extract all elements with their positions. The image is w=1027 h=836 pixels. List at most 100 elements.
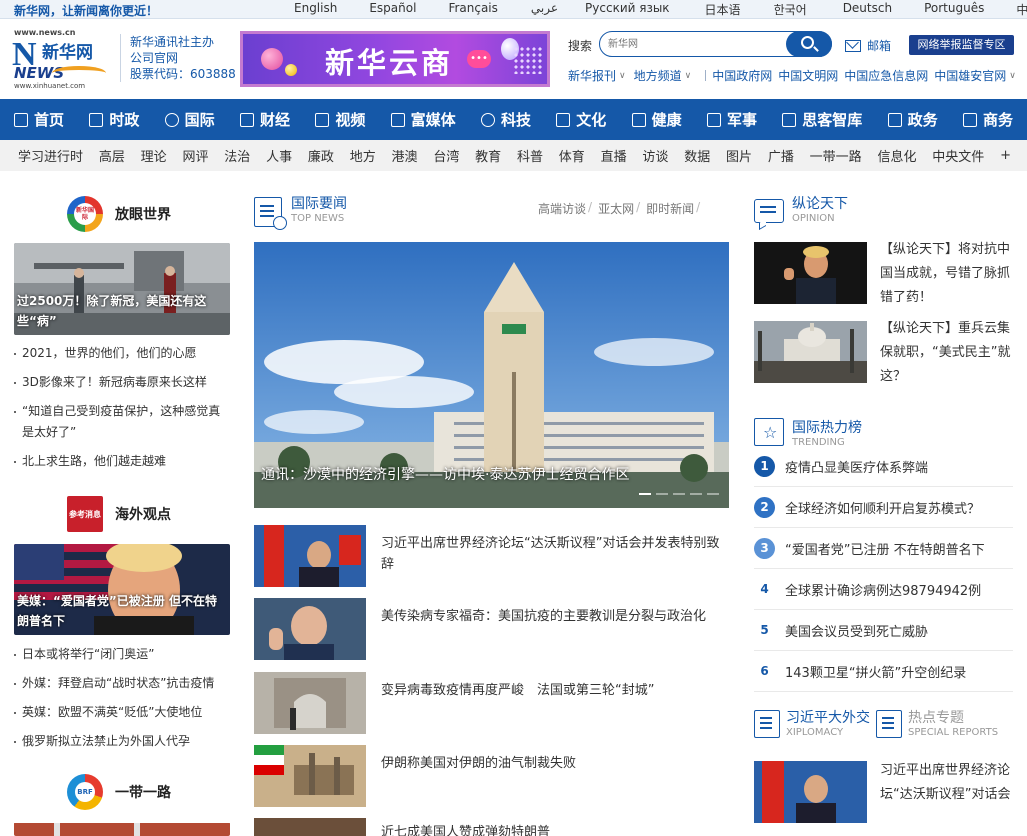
opinion-text[interactable]: 【纵论天下】将对抗中国当成就，号错了脉抓错了药！ — [880, 238, 1016, 310]
trending-item[interactable]: 1 疫情凸显美医疗体系弊端 — [754, 446, 1013, 487]
slide-indicator[interactable] — [707, 493, 719, 495]
nav-item[interactable]: 首页 — [14, 99, 64, 140]
slide-indicator[interactable] — [656, 493, 668, 495]
sub-nav-item[interactable]: 科普 — [517, 146, 543, 165]
header-link[interactable]: 中国应急信息网 — [844, 67, 928, 84]
mail-link[interactable]: 邮箱 — [845, 37, 891, 54]
opinion-item[interactable]: 【纵论天下】将对抗中国当成就，号错了脉抓错了药！ — [754, 242, 1016, 305]
language-link[interactable]: Français — [448, 1, 497, 18]
belt-road-feature-photo[interactable] — [14, 822, 230, 836]
top-news-title[interactable]: 国际要闻 — [291, 196, 347, 213]
trending-title[interactable]: 国际热力榜 — [792, 420, 862, 437]
report-button[interactable]: 网络举报监督专区 — [909, 35, 1014, 55]
sub-nav-item[interactable]: 高层 — [99, 146, 125, 165]
sub-nav-item[interactable]: 访谈 — [642, 146, 668, 165]
slide-indicator[interactable] — [639, 493, 651, 495]
section-title-overseas[interactable]: 海外观点 — [115, 504, 171, 524]
nav-item[interactable]: 时政 — [89, 99, 139, 140]
opinion-text[interactable]: 【纵论天下】重兵云集保就职，“美式民主”就这？ — [880, 317, 1016, 389]
sub-nav-item[interactable]: 数据 — [684, 146, 710, 165]
sub-nav-item[interactable]: 地方 — [350, 146, 376, 165]
sub-nav-item[interactable]: 法治 — [224, 146, 250, 165]
nav-item[interactable]: 政务 — [887, 99, 938, 140]
news-title[interactable]: 伊朗称美国对伊朗的油气制裁失败 — [381, 753, 721, 774]
news-title[interactable]: 变异病毒致疫情再度严峻 法国或第三轮“封城” — [381, 680, 721, 701]
nav-item[interactable]: 科技 — [480, 99, 531, 140]
top-news-tab[interactable]: 亚太网 — [598, 200, 634, 217]
sub-nav-item[interactable]: 台湾 — [433, 146, 459, 165]
xiplomacy-item[interactable]: 习近平出席世界经济论坛“达沃斯议程”对话会 — [754, 761, 1016, 823]
language-link[interactable]: Русский язык — [585, 1, 670, 18]
search-input[interactable] — [608, 36, 778, 52]
sub-nav-item[interactable]: 图片 — [726, 146, 752, 165]
header-link[interactable]: 中国政府网 — [712, 67, 772, 84]
header-link[interactable]: 中国雄安官网 — [934, 67, 1006, 84]
more-button[interactable]: + — [1000, 148, 1011, 163]
sub-nav-item[interactable]: 港澳 — [392, 146, 418, 165]
sub-nav-item[interactable]: 教育 — [475, 146, 501, 165]
nav-item[interactable]: 国际 — [164, 99, 215, 140]
language-link[interactable]: عربي — [531, 1, 558, 18]
header-link[interactable]: 新华报刊 — [568, 67, 616, 84]
list-item[interactable]: 外媒：拜登启动“战时状态”抗击疫情 — [14, 673, 230, 694]
trending-item[interactable]: 2 全球经济如何顺利开启复苏模式？ — [754, 487, 1013, 528]
trending-item[interactable]: 3 “爱国者党”已注册 不在特朗普名下 — [754, 528, 1013, 569]
news-item[interactable]: 近七成美国人赞成弹劾特朗普 — [254, 818, 729, 836]
nav-item[interactable]: 文化 — [556, 99, 606, 140]
sub-nav-item[interactable]: 信息化 — [877, 146, 916, 165]
sub-nav-item[interactable]: 一带一路 — [810, 146, 862, 165]
nav-item[interactable]: 财经 — [239, 99, 290, 140]
sub-nav-item[interactable]: 直播 — [601, 146, 627, 165]
nav-item[interactable]: 商务 — [962, 99, 1013, 140]
nav-item[interactable]: 思客智库 — [782, 99, 862, 140]
news-title[interactable]: 习近平出席世界经济论坛“达沃斯议程”对话会并发表特别致辞 — [381, 533, 721, 575]
site-slogan[interactable]: 新华网，让新闻离你更近！ — [14, 2, 158, 19]
language-link[interactable]: Português — [924, 1, 984, 18]
list-item[interactable]: “知道自己受到疫苗保护，这种感觉真是太好了” — [14, 401, 230, 443]
language-link[interactable]: Deutsch — [843, 1, 892, 18]
header-link[interactable]: 中国文明网 — [778, 67, 838, 84]
language-link[interactable]: 中文/繁体 — [1016, 1, 1027, 18]
news-title[interactable]: 近七成美国人赞成弹劾特朗普 — [381, 822, 721, 836]
list-item[interactable]: 3D影像来了！新冠病毒原来长这样 — [14, 372, 230, 393]
xinhua-logo[interactable]: www.news.cn N 新华网 NEWS www.xinhuanet.com — [12, 28, 106, 90]
xiplomacy-text[interactable]: 习近平出席世界经济论坛“达沃斯议程”对话会 — [880, 759, 1016, 807]
overseas-feature-photo[interactable]: 美媒：“爱国者党”已被注册 但不在特朗普名下 — [14, 544, 230, 635]
list-item[interactable]: 日本或将举行“闭门奥运” — [14, 644, 230, 665]
sub-nav-item[interactable]: 理论 — [141, 146, 167, 165]
sub-nav-item[interactable]: 广播 — [768, 146, 794, 165]
nav-item[interactable]: 富媒体 — [390, 99, 456, 140]
top-news-tab[interactable]: 即时新闻 — [646, 200, 694, 217]
list-item[interactable]: 北上求生路，他们越走越难 — [14, 451, 230, 472]
list-item[interactable]: 俄罗斯拟立法禁止为外国人代孕 — [14, 731, 230, 752]
nav-item[interactable]: 健康 — [631, 99, 682, 140]
list-item[interactable]: 2021，世界的他们，他们的心愿 — [14, 343, 230, 364]
language-link[interactable]: 日本语 — [705, 1, 741, 18]
language-link[interactable]: English — [294, 1, 337, 18]
trending-item[interactable]: 5 美国会议员受到死亡威胁 — [754, 610, 1013, 651]
language-link[interactable]: Español — [369, 1, 416, 18]
trending-item[interactable]: 6 143颗卫星“拼火箭”升空创纪录 — [754, 651, 1013, 692]
news-item[interactable]: 伊朗称美国对伊朗的油气制裁失败 — [254, 745, 729, 807]
sub-nav-item[interactable]: 网评 — [182, 146, 208, 165]
slide-indicator[interactable] — [673, 493, 685, 495]
news-item[interactable]: 美传染病专家福奇：美国抗疫的主要教训是分裂与政治化 — [254, 598, 729, 660]
news-item[interactable]: 习近平出席世界经济论坛“达沃斯议程”对话会并发表特别致辞 — [254, 525, 729, 587]
list-item[interactable]: 英媒：欧盟不满英“贬低”大使地位 — [14, 702, 230, 723]
news-title[interactable]: 美传染病专家福奇：美国抗疫的主要教训是分裂与政治化 — [381, 606, 721, 627]
section-title-world[interactable]: 放眼世界 — [115, 204, 171, 224]
opinion-title[interactable]: 纵论天下 — [792, 196, 848, 213]
sub-nav-item[interactable]: 人事 — [266, 146, 292, 165]
world-feature-photo[interactable]: 过2500万！除了新冠，美国还有这些“病” — [14, 243, 230, 335]
tab-special-reports[interactable]: 热点专题 — [908, 710, 998, 727]
search-button[interactable] — [786, 31, 832, 57]
sub-nav-item[interactable]: 体育 — [559, 146, 585, 165]
language-link[interactable]: 한국어 — [774, 1, 807, 18]
tab-xiplomacy[interactable]: 习近平大外交 — [786, 710, 870, 727]
nav-item[interactable]: 视频 — [315, 99, 365, 140]
nav-item[interactable]: 军事 — [706, 99, 757, 140]
sub-nav-item[interactable]: 廉政 — [308, 146, 334, 165]
trending-item[interactable]: 4 全球累计确诊病例达98794942例 — [754, 569, 1013, 610]
yunshang-ad-banner[interactable]: 新华云商 ••• — [240, 31, 550, 87]
header-link[interactable]: 地方频道 — [634, 67, 682, 84]
